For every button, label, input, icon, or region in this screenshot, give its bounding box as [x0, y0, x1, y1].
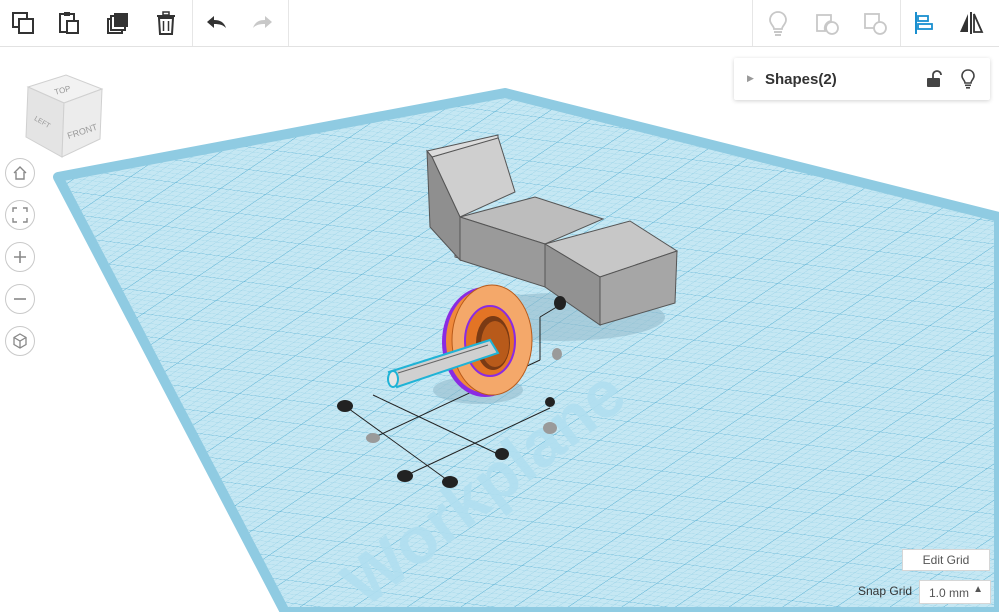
3d-viewport[interactable]: Workplane TOP LEFT FRONT Edit Grid Snap … [0, 47, 999, 612]
align-icon[interactable] [904, 4, 944, 42]
lightbulb-icon[interactable] [758, 4, 798, 42]
edit-grid-button[interactable]: Edit Grid [902, 549, 990, 571]
shapes-panel-title: Shapes(2) [765, 71, 837, 88]
redo-icon[interactable] [243, 4, 283, 42]
snap-grid-select[interactable]: 1.0 mm ▲ [919, 580, 991, 604]
snap-grid-label: Snap Grid [858, 584, 913, 598]
shapes-panel[interactable]: ▶ Shapes(2) [734, 58, 990, 100]
ungroup-icon[interactable] [855, 4, 895, 42]
top-toolbar [0, 0, 999, 47]
copy-icon[interactable] [3, 4, 43, 42]
paste-icon[interactable] [49, 4, 89, 42]
perspective-icon[interactable] [5, 326, 35, 356]
lock-open-icon[interactable] [923, 68, 945, 90]
zoom-out-icon[interactable] [5, 284, 35, 314]
zoom-in-icon[interactable] [5, 242, 35, 272]
view-cube[interactable]: TOP LEFT FRONT [22, 71, 106, 163]
group-icon[interactable] [807, 4, 847, 42]
undo-icon[interactable] [196, 4, 236, 42]
lightbulb-icon[interactable] [957, 68, 979, 90]
delete-icon[interactable] [146, 4, 186, 42]
workplane-scene[interactable]: Workplane [0, 47, 999, 612]
expand-caret-icon[interactable]: ▶ [747, 73, 754, 84]
duplicate-icon[interactable] [98, 4, 138, 42]
fit-view-icon[interactable] [5, 200, 35, 230]
mirror-icon[interactable] [951, 4, 991, 42]
snap-grid-value: 1.0 mm [929, 586, 970, 600]
caret-up-icon: ▲ [973, 584, 983, 595]
home-view-icon[interactable] [5, 158, 35, 188]
